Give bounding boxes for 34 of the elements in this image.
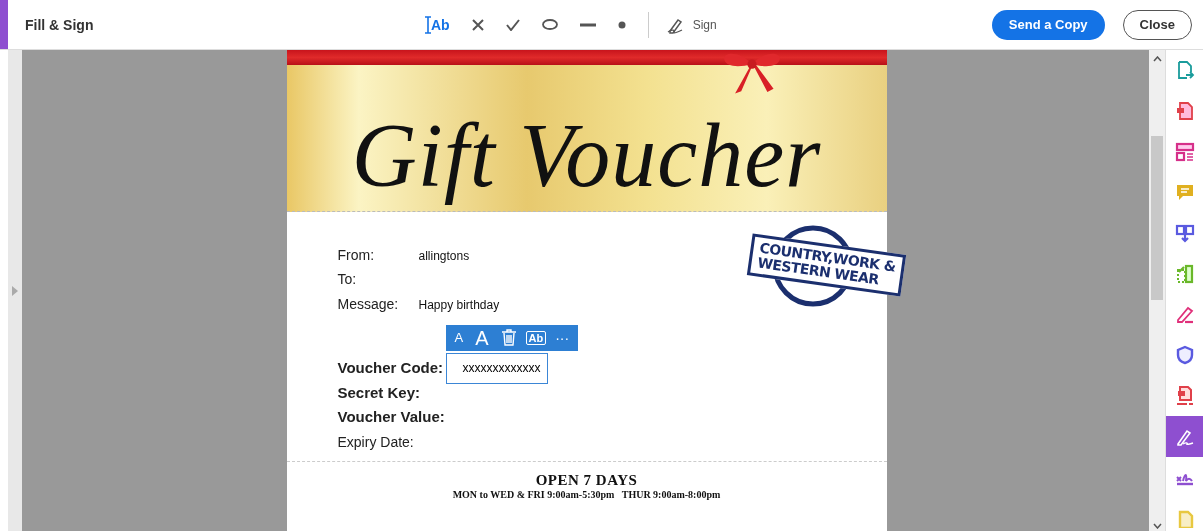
scrollbar-thumb[interactable] xyxy=(1151,135,1163,300)
opening-title: OPEN 7 DAYS xyxy=(535,472,638,489)
scroll-down-icon xyxy=(1152,523,1162,529)
tool-title: Fill & Sign xyxy=(25,16,95,33)
close-button[interactable]: Close xyxy=(1122,9,1192,40)
text-cursor-icon xyxy=(425,15,431,34)
field-label: Voucher Code: xyxy=(337,358,445,378)
larger-text-button[interactable]: A xyxy=(472,327,492,348)
check-icon xyxy=(505,18,520,31)
text-input-field[interactable]: xxxxxxxxxxxxx xyxy=(445,352,548,384)
text-tool-button[interactable]: Ab xyxy=(425,12,450,37)
smaller-text-button[interactable]: A xyxy=(451,331,467,344)
field-label: Expiry Date: xyxy=(337,432,415,452)
accent-stripe xyxy=(0,0,8,49)
trash-icon xyxy=(500,329,517,346)
field-label: Voucher Value: xyxy=(337,407,446,427)
voucher-title: Gift Voucher xyxy=(350,105,823,207)
field-label: From: xyxy=(337,245,376,265)
field-label: Secret Key: xyxy=(337,382,422,403)
ellipse-icon xyxy=(541,19,558,30)
cross-icon xyxy=(471,18,484,31)
field-value: allingtons xyxy=(418,248,470,263)
send-copy-button[interactable]: Send a Copy xyxy=(991,9,1105,40)
dot-icon xyxy=(617,20,626,29)
more-button[interactable]: ··· xyxy=(552,330,573,345)
text-field-button[interactable]: Ab xyxy=(525,330,547,345)
sign-button[interactable]: Sign xyxy=(666,15,717,34)
field-label: To: xyxy=(337,270,358,289)
scroll-up-icon xyxy=(1152,56,1162,62)
field-value: Happy birthday xyxy=(418,297,500,312)
opening-hours: MON to WED & FRI 9:00am-5:30pm THUR 9:00am-8:00pm xyxy=(452,489,721,500)
expand-arrow-icon xyxy=(12,285,18,296)
line-icon xyxy=(579,22,596,27)
field-label: Message: xyxy=(337,294,400,314)
